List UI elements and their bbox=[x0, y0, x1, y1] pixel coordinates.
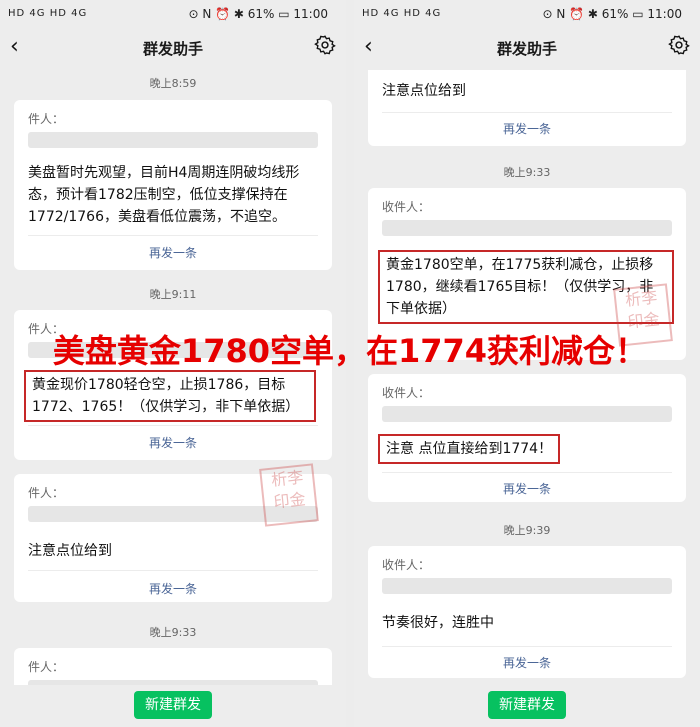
broadcast-card: 收件人： 节奏很好，连胜中 再发一条 bbox=[368, 546, 686, 678]
message-list[interactable]: 注意点位给到 再发一条 晚上9:33 收件人： 黄金1780空单，在1775获利… bbox=[354, 70, 700, 685]
timestamp: 晚上8:59 bbox=[149, 77, 197, 90]
status-icons: ⊙ N ⏰ ✱ 61% ▭ 11:00 bbox=[188, 7, 328, 21]
recipients-label: 件人： bbox=[28, 112, 65, 126]
status-bar: HD 4G HD 4G ⊙ N ⏰ ✱ 61% ▭ 11:00 bbox=[354, 0, 700, 28]
status-icons: ⊙ N ⏰ ✱ 61% ▭ 11:00 bbox=[542, 7, 682, 21]
watermark-seal: 析李 印金 bbox=[259, 463, 319, 527]
timestamp: 晚上9:33 bbox=[503, 166, 551, 179]
nav-bar: ‹ 群发助手 bbox=[0, 28, 346, 70]
recipients-label: 收件人： bbox=[382, 200, 431, 214]
message-list[interactable]: 晚上8:59 件人： 美盘暂时先观望，目前H4周期连阴破均线形态，预计看1782… bbox=[0, 70, 346, 685]
resend-button[interactable]: 再发一条 bbox=[368, 120, 686, 137]
signal-indicators: HD 4G HD 4G bbox=[362, 8, 442, 19]
resend-button[interactable]: 再发一条 bbox=[14, 244, 332, 261]
signal-indicators: HD 4G HD 4G bbox=[8, 8, 88, 19]
divider bbox=[28, 235, 318, 236]
divider bbox=[382, 112, 672, 113]
recipients-label: 件人： bbox=[28, 660, 65, 674]
recipients-list bbox=[382, 578, 672, 594]
timestamp: 晚上9:33 bbox=[149, 626, 197, 639]
broadcast-card: 注意点位给到 再发一条 bbox=[368, 70, 686, 146]
divider bbox=[382, 472, 672, 473]
resend-button[interactable]: 再发一条 bbox=[368, 654, 686, 671]
status-bar: HD 4G HD 4G ⊙ N ⏰ ✱ 61% ▭ 11:00 bbox=[0, 0, 346, 28]
new-broadcast-button[interactable]: 新建群发 bbox=[134, 691, 212, 719]
message-text: 节奏很好，连胜中 bbox=[382, 615, 494, 631]
new-broadcast-button[interactable]: 新建群发 bbox=[488, 691, 566, 719]
broadcast-card: 件人： bbox=[14, 648, 332, 685]
resend-button[interactable]: 再发一条 bbox=[14, 580, 332, 597]
broadcast-card: 收件人： 注意 点位直接给到1774！ 再发一条 bbox=[368, 374, 686, 502]
timestamp: 晚上9:39 bbox=[503, 524, 551, 537]
message-text: 注意点位给到 bbox=[382, 83, 466, 99]
timestamp: 晚上9:11 bbox=[149, 288, 197, 301]
resend-button[interactable]: 再发一条 bbox=[14, 434, 332, 451]
divider bbox=[28, 425, 318, 426]
headline-banner: 美盘黄金1780空单，在1774获利减仓！ bbox=[52, 332, 648, 370]
bottom-bar: 新建群发 bbox=[354, 685, 700, 727]
divider bbox=[28, 570, 318, 571]
recipients-label: 收件人： bbox=[382, 386, 431, 400]
message-text: 注意点位给到 bbox=[28, 543, 112, 559]
recipients-list bbox=[382, 220, 672, 236]
divider bbox=[382, 646, 672, 647]
recipients-label: 收件人： bbox=[382, 558, 431, 572]
resend-button[interactable]: 再发一条 bbox=[368, 480, 686, 497]
recipients-list bbox=[382, 406, 672, 422]
page-title: 群发助手 bbox=[142, 40, 203, 58]
highlighted-message-text: 黄金现价1780轻仓空，止损1786，目标1772、1765！（仅供学习，非下单… bbox=[24, 370, 316, 422]
recipients-list bbox=[28, 132, 318, 148]
message-text: 美盘暂时先观望，目前H4周期连阴破均线形态，预计看1782压制空，低位支撑保持在… bbox=[28, 165, 300, 225]
bottom-bar: 新建群发 bbox=[0, 685, 346, 727]
broadcast-card: 件人： 美盘暂时先观望，目前H4周期连阴破均线形态，预计看1782压制空，低位支… bbox=[14, 100, 332, 270]
page-title: 群发助手 bbox=[496, 40, 557, 58]
gear-icon[interactable] bbox=[314, 34, 336, 56]
highlighted-message-text: 注意 点位直接给到1774！ bbox=[378, 434, 561, 464]
recipients-label: 件人： bbox=[28, 486, 65, 500]
nav-bar: ‹ 群发助手 bbox=[354, 28, 700, 70]
gear-icon[interactable] bbox=[668, 34, 690, 56]
